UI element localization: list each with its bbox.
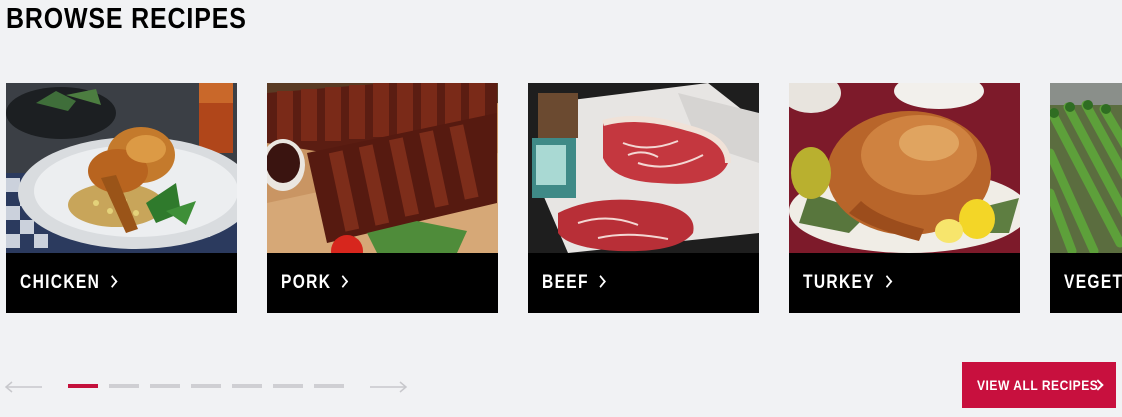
category-card-pork[interactable]: PORK <box>267 83 498 313</box>
carousel-prev-button[interactable] <box>4 377 44 397</box>
category-card-label: TURKEY <box>789 253 1020 313</box>
pagination-dot-1[interactable] <box>68 384 98 388</box>
pagination-dot-7[interactable] <box>314 384 344 388</box>
category-card-label: CHICKEN <box>6 253 237 313</box>
category-card-chicken[interactable]: CHICKEN <box>6 83 237 313</box>
category-card-vegetables[interactable]: VEGETA <box>1050 83 1122 313</box>
category-name: VEGETA <box>1064 272 1122 293</box>
vegetables-image <box>1050 83 1122 253</box>
chevron-right-icon <box>881 275 893 288</box>
pagination-dot-2[interactable] <box>109 384 139 388</box>
category-name: PORK <box>281 272 332 293</box>
pagination-dot-6[interactable] <box>273 384 303 388</box>
chevron-right-icon <box>106 275 118 288</box>
carousel-next-button[interactable] <box>368 377 408 397</box>
pagination-dot-4[interactable] <box>191 384 221 388</box>
category-name: BEEF <box>542 272 589 293</box>
category-name: CHICKEN <box>20 272 101 293</box>
category-name: TURKEY <box>803 272 875 293</box>
turkey-image <box>789 83 1020 253</box>
view-all-recipes-label: VIEW ALL RECIPES <box>977 377 1099 393</box>
category-card-turkey[interactable]: TURKEY <box>789 83 1020 313</box>
category-card-label: BEEF <box>528 253 759 313</box>
section-title: BROWSE RECIPES <box>6 3 247 35</box>
view-all-recipes-button[interactable]: VIEW ALL RECIPES <box>962 362 1116 408</box>
recipe-carousel: CHICKEN PORK BEEF TURKEY VEGET <box>0 83 1122 313</box>
pagination-dot-3[interactable] <box>150 384 180 388</box>
chevron-right-icon <box>337 275 349 288</box>
category-card-label: PORK <box>267 253 498 313</box>
chevron-right-icon <box>595 275 606 288</box>
category-card-beef[interactable]: BEEF <box>528 83 759 313</box>
pagination-dot-5[interactable] <box>232 384 262 388</box>
beef-image <box>528 83 759 253</box>
pork-image <box>267 83 498 253</box>
arrow-right-icon <box>370 381 408 393</box>
category-card-label: VEGETA <box>1050 253 1122 313</box>
arrow-left-icon <box>4 381 42 393</box>
chicken-image <box>6 83 237 253</box>
